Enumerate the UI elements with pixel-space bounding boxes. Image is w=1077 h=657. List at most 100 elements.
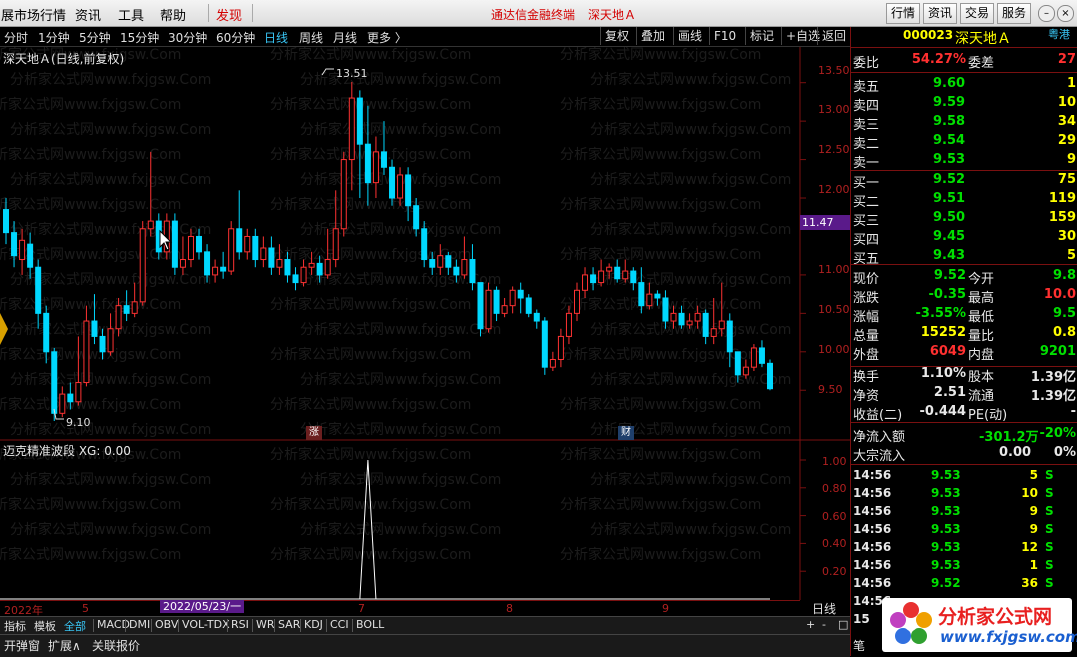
menu-tools[interactable]: 工具 <box>118 5 144 24</box>
buy-row[interactable]: 买一 9.52 75 <box>851 172 1077 191</box>
tab-obv[interactable]: OBV <box>153 618 180 631</box>
candle-body <box>686 320 693 326</box>
buy-row[interactable]: 买二 9.51 119 <box>851 191 1077 210</box>
time-label: 7 <box>358 602 365 615</box>
candle-body <box>565 312 572 337</box>
tab-sar[interactable]: SAR <box>276 618 302 631</box>
sell-row[interactable]: 卖一 9.53 9 <box>851 152 1077 171</box>
mark-button[interactable]: 标记 <box>745 27 778 45</box>
time-label: 9 <box>662 602 669 615</box>
buy-row[interactable]: 买三 9.50 159 <box>851 210 1077 229</box>
draw-line-button[interactable]: 画线 <box>673 27 706 45</box>
tab-boll[interactable]: BOLL <box>354 618 386 631</box>
tab-cci[interactable]: CCI <box>328 618 351 631</box>
menu-discover[interactable]: 发现 <box>216 5 242 24</box>
tab-all[interactable]: 全部 <box>62 618 88 634</box>
related-quote-button[interactable]: 关联报价 <box>92 637 140 654</box>
sell-row[interactable]: 卖五 9.60 1 <box>851 76 1077 95</box>
region-tag[interactable]: 粤港 <box>1048 26 1070 42</box>
period-30min[interactable]: 30分钟 <box>168 29 207 46</box>
sell-label: 卖二 <box>853 137 880 152</box>
trade-button[interactable]: 交易 <box>960 3 994 24</box>
kline-chart[interactable]: 分析家公式网www.fxjgsw.Com 分析家公式网www.fxjgsw.Com… <box>0 47 850 600</box>
zoom-out-button[interactable]: - <box>820 618 828 631</box>
back-button[interactable]: 返回 <box>817 27 850 45</box>
tab-indicator[interactable]: 指标 <box>2 618 28 634</box>
candle-body <box>750 347 757 368</box>
tick-side: S <box>1045 558 1054 572</box>
period-5min[interactable]: 5分钟 <box>79 29 111 46</box>
period-weekly[interactable]: 周线 <box>299 29 323 46</box>
news-button[interactable]: 资讯 <box>923 3 957 24</box>
side-expand-handle[interactable] <box>0 309 8 349</box>
period-1min[interactable]: 1分钟 <box>38 29 70 46</box>
service-button[interactable]: 服务 <box>997 3 1031 24</box>
stat-value: -0.444 <box>919 404 966 419</box>
open-popup-button[interactable]: 开弹窗 <box>4 637 40 654</box>
watermark-text: 分析家公式网www.fxjgsw.Com <box>300 421 501 438</box>
finance-marker[interactable]: 财 <box>618 426 634 440</box>
tab-rsi[interactable]: RSI <box>229 618 251 631</box>
f10-button[interactable]: F10 <box>709 27 740 45</box>
watermark-text: 分析家公式网www.fxjgsw.Com <box>560 246 761 263</box>
stat-label: 总量 <box>853 329 880 344</box>
menu-news[interactable]: 资讯 <box>75 5 101 24</box>
candle-body <box>123 305 130 314</box>
rise-marker[interactable]: 涨 <box>306 426 322 440</box>
candle <box>220 251 227 279</box>
candle-body <box>59 393 66 414</box>
period-daily[interactable]: 日线 <box>264 29 288 46</box>
candle <box>364 105 371 206</box>
tab-vol-tdx[interactable]: VOL-TDX <box>180 618 232 631</box>
indicator-title: 迈克精准波段 XG: 0.00 <box>3 444 131 458</box>
watermark-text: 分析家公式网www.fxjgsw.Com <box>300 71 501 88</box>
stat-value: 15252 <box>920 325 966 340</box>
restore-button[interactable]: □ <box>836 618 850 631</box>
tab-template[interactable]: 模板 <box>32 618 58 634</box>
netflow-label: 净流入额 <box>853 430 906 445</box>
bigtrade-pct: 0% <box>1053 445 1076 460</box>
sell-row[interactable]: 卖三 9.58 34 <box>851 114 1077 133</box>
period-15min[interactable]: 15分钟 <box>120 29 159 46</box>
stat-label: 外盘 <box>853 348 880 363</box>
candle <box>340 151 347 237</box>
watermark-text: 分析家公式网www.fxjgsw.Com <box>300 471 501 488</box>
candle-body <box>453 266 460 276</box>
watermark-text: 分析家公式网www.fxjgsw.Com <box>10 121 211 138</box>
watermark-text: 分析家公式网www.fxjgsw.Com <box>560 496 761 513</box>
candle <box>147 151 154 237</box>
menu-market[interactable]: 展市场行情 <box>1 5 66 24</box>
close-icon[interactable]: × <box>1057 5 1074 22</box>
chart-title: 深天地Ａ(日线,前复权) <box>3 52 125 66</box>
expand-button[interactable]: 扩展∧ <box>48 637 81 654</box>
candle <box>582 267 589 298</box>
period-60min[interactable]: 60分钟 <box>216 29 255 46</box>
daily-period-button[interactable]: 日线 <box>800 600 848 616</box>
menu-help[interactable]: 帮助 <box>160 5 186 24</box>
tab-dmi[interactable]: DMI <box>127 618 152 631</box>
candle-body <box>292 274 299 284</box>
tab-kdj[interactable]: KDJ <box>302 618 325 631</box>
tick-row: 14:56 9.53 5 S <box>851 468 1077 486</box>
period-monthly[interactable]: 月线 <box>333 29 357 46</box>
watermark-text: 分析家公式网www.fxjgsw.Com <box>0 196 181 213</box>
candle-body <box>332 228 339 261</box>
quote-button[interactable]: 行情 <box>886 3 920 24</box>
period-more[interactable]: 更多 〉 <box>367 29 407 46</box>
stat-value: 9.8 <box>1052 268 1076 283</box>
candle-body <box>678 312 685 326</box>
period-fenshi[interactable]: 分时 <box>4 29 28 46</box>
sell-row[interactable]: 卖四 9.59 10 <box>851 95 1077 114</box>
buy-volume: 159 <box>1048 210 1076 225</box>
overlay-button[interactable]: 叠加 <box>636 27 669 45</box>
candle-body <box>557 335 564 360</box>
sell-row[interactable]: 卖二 9.54 29 <box>851 133 1077 152</box>
minimize-icon[interactable]: – <box>1038 5 1055 22</box>
weicha-label: 委差 <box>968 56 995 71</box>
candle-body <box>646 293 653 307</box>
tick-time: 14:56 <box>853 486 892 500</box>
candle-body <box>461 259 468 276</box>
buy-row[interactable]: 买四 9.45 30 <box>851 229 1077 248</box>
zoom-in-button[interactable]: + <box>804 618 817 631</box>
fuquan-button[interactable]: 复权 <box>600 27 633 45</box>
